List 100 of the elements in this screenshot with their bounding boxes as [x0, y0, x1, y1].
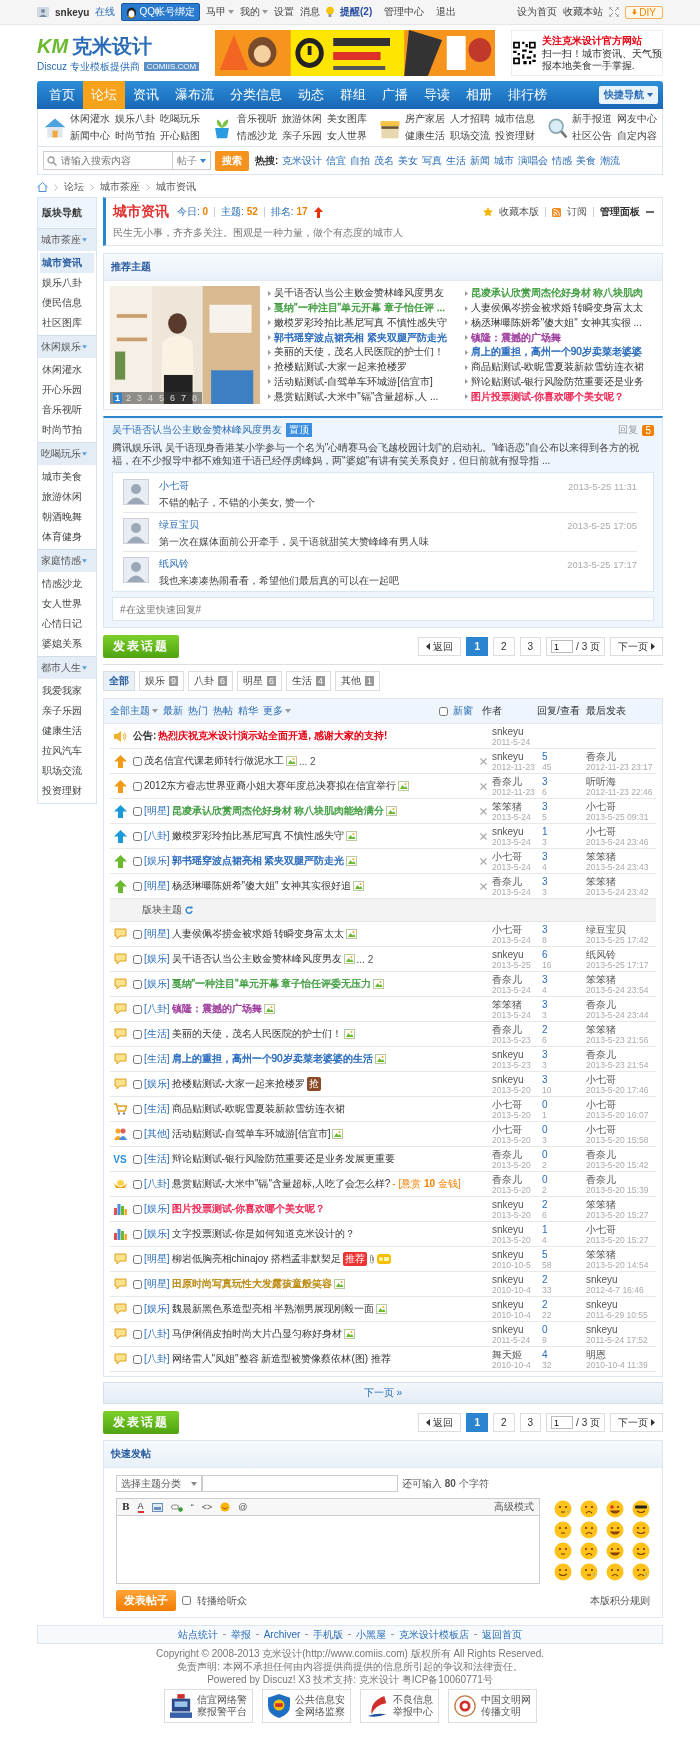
font-color-tool[interactable]: A	[137, 1501, 144, 1513]
sidebar-item[interactable]: 亲子乐园	[40, 701, 94, 721]
smiley-icon[interactable]	[606, 1542, 624, 1560]
certification-badge[interactable]: 信宜网络警 察报警平台	[163, 1689, 253, 1723]
all-topics-dropdown[interactable]: 全部主题	[110, 704, 158, 718]
hot-search-link[interactable]: 美食	[576, 153, 597, 168]
sidebar-group-header[interactable]: 城市茶座	[38, 228, 96, 251]
sidebar-item[interactable]: 投资理财	[40, 781, 94, 801]
smiley-icon[interactable]	[554, 1563, 572, 1581]
last-poster-link[interactable]: 小七哥	[586, 1098, 656, 1110]
recommended-link[interactable]: 郭书瑶穿波点裙亮相 紧夹双腿严防走光	[274, 330, 447, 345]
thread-title-link[interactable]: 杨丞琳曝陈妍希"傻大姐" 女神其实很好追	[171, 879, 352, 893]
thread-title-link[interactable]: 嫩模罗彩玲拍比基尼写真 不慎性感失守	[171, 829, 345, 843]
commenter-name[interactable]: 小七哥	[159, 479, 189, 493]
category-link[interactable]: [生活]	[144, 1102, 170, 1116]
reply-count[interactable]: 6	[542, 948, 586, 960]
footer-link[interactable]: 返回首页	[482, 1627, 523, 1642]
thread-title-link[interactable]: 戛纳"一种注目"单元开幕 章子怡任评委无压力	[171, 977, 372, 991]
subnav-link[interactable]: 新手报道	[572, 112, 612, 126]
thread-title-link[interactable]: 活动贴测试-自驾单车环城游[信宜市]	[171, 1127, 331, 1141]
footer-link[interactable]: 小黑屋	[356, 1627, 387, 1642]
page-button[interactable]: 1	[466, 637, 488, 656]
nav-tab[interactable]: 导读	[416, 81, 458, 109]
category-link[interactable]: [八卦]	[144, 1177, 170, 1191]
author-link[interactable]: snkeyu	[492, 1073, 542, 1085]
last-poster-link[interactable]: 笨笨猪	[586, 973, 656, 985]
announcement-link[interactable]: 热烈庆祝克米设计演示站全面开通, 感谢大家的支持!	[158, 729, 388, 743]
reply-count[interactable]: 3	[542, 1048, 586, 1060]
close-icon[interactable]	[480, 757, 487, 765]
last-poster-link[interactable]: 小七哥	[586, 800, 656, 812]
certification-badge[interactable]: 中国文明网 传播文明	[447, 1689, 537, 1723]
thread-title-link[interactable]: 茂名信宜代课老师转行做泥水工	[144, 754, 284, 768]
sort-link[interactable]: 最新	[163, 704, 183, 718]
reply-count[interactable]: 0	[542, 1148, 586, 1160]
sort-link[interactable]: 精华	[238, 704, 258, 718]
subnav-link[interactable]: 网友中心	[617, 112, 657, 126]
author-link[interactable]: snkeyu	[492, 1198, 542, 1210]
online-status-link[interactable]: 在线	[95, 5, 116, 19]
thread-checkbox[interactable]	[133, 756, 142, 766]
recommended-link[interactable]: 活动贴测试-自驾单车环城游[信宜市]	[274, 374, 433, 389]
reply-count[interactable]: 2	[542, 1298, 586, 1310]
author-link[interactable]: snkeyu	[492, 750, 542, 762]
subnav-link[interactable]: 自定内容	[617, 129, 657, 143]
author-link[interactable]: 香奈儿	[492, 1023, 542, 1035]
sidebar-item[interactable]: 朝酒晚舞	[40, 507, 94, 527]
thread-title-link[interactable]: 肩上的重担，高州一个90岁卖菜老婆婆的生活	[171, 1052, 373, 1066]
thread-title-link[interactable]: 商品贴测试-欧昵雪夏装新款雪纺连衣裙	[171, 1102, 345, 1116]
home-icon[interactable]	[37, 182, 48, 192]
thread-checkbox[interactable]	[133, 1304, 142, 1314]
manage-panel-link[interactable]: 管理面板	[600, 205, 640, 219]
hot-search-link[interactable]: 克米设计	[282, 153, 323, 168]
category-link[interactable]: [生活]	[144, 1052, 170, 1066]
last-poster-link[interactable]: 明恩	[586, 1348, 656, 1360]
category-select[interactable]: 选择主题分类	[116, 1475, 202, 1492]
certification-badge[interactable]: 不良信息 举报中心	[359, 1689, 439, 1723]
thread-checkbox[interactable]	[133, 979, 142, 989]
reply-count[interactable]: 3	[542, 923, 586, 935]
thread-checkbox[interactable]	[133, 1279, 142, 1289]
nav-tab[interactable]: 首页	[41, 81, 83, 109]
page-input[interactable]: 1	[551, 1416, 574, 1429]
thread-title-link[interactable]: 昆凌承认欣赏周杰伦好身材 称八块肌肉能给满分	[171, 804, 385, 818]
subnav-link[interactable]: 职场交流	[449, 129, 490, 143]
page-input[interactable]: 1	[551, 640, 574, 653]
subnav-link[interactable]: 娱乐八卦	[115, 112, 155, 126]
category-link[interactable]: [娱乐]	[144, 977, 170, 991]
thread-checkbox[interactable]	[133, 1229, 142, 1239]
subnav-link[interactable]: 新闻中心	[70, 129, 110, 143]
reply-count[interactable]: 3	[542, 800, 586, 812]
subnav-link[interactable]: 人才招聘	[449, 112, 490, 126]
sidebar-item[interactable]: 我爱我家	[40, 681, 94, 701]
sort-link[interactable]: 热帖	[213, 704, 233, 718]
footer-link[interactable]: 克米设计模板店	[399, 1627, 470, 1642]
smiley-icon[interactable]	[632, 1542, 650, 1560]
menu-link[interactable]: 设置	[274, 5, 295, 19]
thread-checkbox[interactable]	[133, 929, 142, 939]
close-icon[interactable]	[480, 782, 487, 790]
credit-rules-link[interactable]: 本版积分规则	[590, 1593, 650, 1608]
recommended-link[interactable]: 抢楼贴测试-大家一起来抢楼罗	[274, 360, 408, 375]
category-link[interactable]: [明星]	[144, 879, 170, 893]
thread-checkbox[interactable]	[133, 1129, 142, 1139]
subnav-link[interactable]: 亲子乐园	[282, 129, 323, 143]
smiley-icon[interactable]	[606, 1521, 624, 1539]
top-link[interactable]: 退出	[436, 5, 457, 19]
sidebar-item[interactable]: 城市资讯	[40, 253, 94, 273]
category-link[interactable]: [娱乐]	[144, 952, 170, 966]
page-button[interactable]: 1	[466, 1413, 488, 1432]
reply-count[interactable]: 3	[542, 775, 586, 787]
subnav-link[interactable]: 音乐视听	[237, 112, 278, 126]
filter-tab[interactable]: 生活 4	[286, 671, 332, 691]
smiley-tool-icon[interactable]	[220, 1502, 231, 1512]
thread-title-link[interactable]: 人妻侯佩岑捞金被求婚 转瞬变身富太太	[171, 927, 345, 941]
sidebar-group-header[interactable]: 家庭情感	[38, 549, 96, 572]
thread-title-link[interactable]: 文字投票测试-你是如何知道克米设计的？	[171, 1227, 355, 1241]
smiley-icon[interactable]	[632, 1500, 650, 1518]
reminder-link[interactable]: 提醒(2)	[340, 5, 373, 19]
nav-tab[interactable]: 相册	[458, 81, 500, 109]
thread-checkbox[interactable]	[133, 1179, 142, 1189]
slide-number[interactable]: 7	[179, 393, 188, 403]
last-poster-link[interactable]: 小七哥	[586, 1073, 656, 1085]
certification-badge[interactable]: 公共信息安 全网络监察	[261, 1689, 351, 1723]
